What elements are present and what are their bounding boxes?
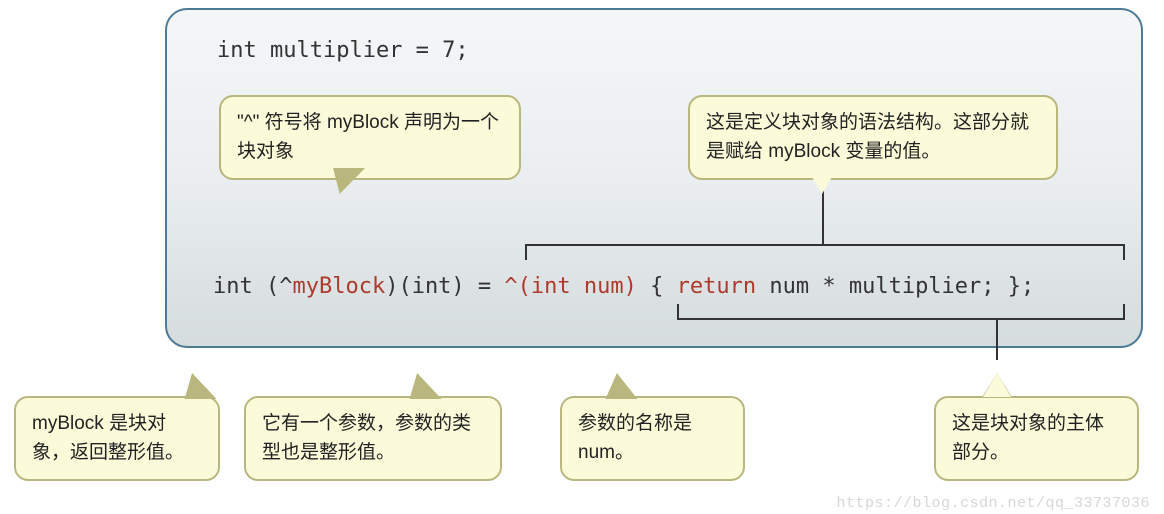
callout-body-text: 这是块对象的主体部分。 — [952, 413, 1104, 463]
caret-literal: ^ — [504, 274, 517, 299]
callout-syntax-tail — [808, 170, 836, 194]
callout-paramtype-tail — [403, 373, 439, 397]
callout-body-tail — [983, 373, 1011, 397]
t4: num * multiplier; }; — [756, 274, 1034, 299]
t2: )(int) = — [385, 274, 504, 299]
callout-caret-text: "^" 符号将 myBlock 声明为一个块对象 — [237, 112, 499, 162]
watermark: https://blog.csdn.net/qq_33737036 — [836, 495, 1150, 512]
block-name: myBlock — [292, 274, 385, 299]
code-line-1: int multiplier = 7; — [217, 38, 469, 63]
params-literal: (int num) — [518, 274, 637, 299]
callout-return-text: myBlock 是块对象，返回整形值。 — [32, 413, 184, 463]
callout-caret: "^" 符号将 myBlock 声明为一个块对象 — [219, 95, 521, 180]
return-kw: return — [677, 274, 756, 299]
callout-caret-tail — [326, 170, 363, 194]
callout-return: myBlock 是块对象，返回整形值。 — [14, 396, 220, 481]
t3: { — [637, 274, 677, 299]
callout-paramname: 参数的名称是 num。 — [560, 396, 745, 481]
callout-paramtype: 它有一个参数，参数的类型也是整形值。 — [244, 396, 502, 481]
t1: int (^ — [213, 274, 292, 299]
bottom-bracket — [677, 304, 1125, 320]
code-line-2: int (^myBlock)(int) = ^(int num) { retur… — [213, 274, 1034, 299]
callout-body: 这是块对象的主体部分。 — [934, 396, 1139, 481]
callout-syntax-text: 这是定义块对象的语法结构。这部分就是赋给 myBlock 变量的值。 — [706, 112, 1029, 162]
callout-paramname-tail — [603, 373, 635, 397]
bottom-bracket-stem — [996, 318, 998, 360]
callout-syntax: 这是定义块对象的语法结构。这部分就是赋给 myBlock 变量的值。 — [688, 95, 1058, 180]
callout-return-tail — [178, 373, 214, 397]
top-bracket — [525, 244, 1125, 260]
callout-paramname-text: 参数的名称是 num。 — [578, 413, 692, 463]
callout-paramtype-text: 它有一个参数，参数的类型也是整形值。 — [262, 413, 471, 463]
